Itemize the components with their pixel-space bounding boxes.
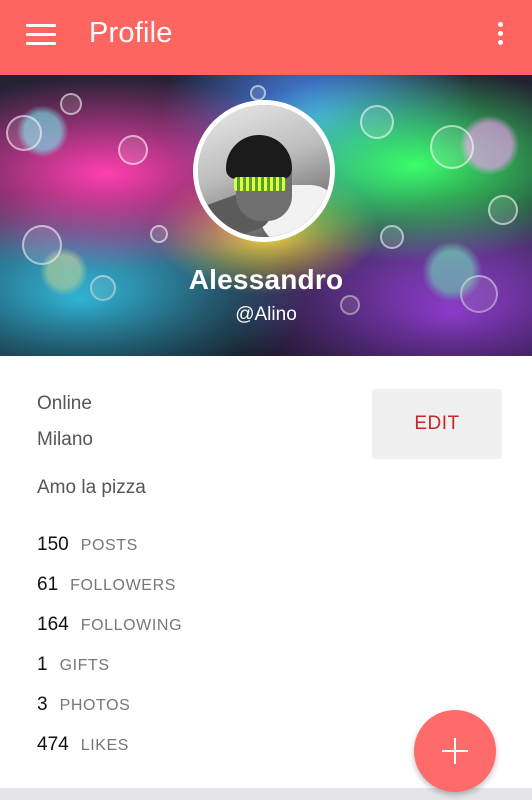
status-text: Online <box>37 393 92 414</box>
stat-label: POSTS <box>80 537 138 554</box>
profile-name: Alessandro <box>188 264 344 295</box>
hamburger-menu-icon[interactable] <box>26 24 56 48</box>
stat-photos[interactable]: 3 PHOTOS <box>37 694 130 716</box>
stat-value: 61 <box>37 574 59 595</box>
page-title: Profile <box>89 17 173 49</box>
avatar[interactable] <box>193 100 335 242</box>
stat-value: 164 <box>37 614 69 635</box>
bio-text: Amo la pizza <box>37 477 146 498</box>
stat-value: 1 <box>37 654 48 675</box>
profile-cover: Alessandro @Alino <box>0 75 532 356</box>
stat-value: 474 <box>37 734 69 755</box>
sunglasses-sticker <box>234 177 286 191</box>
stat-label: LIKES <box>80 737 130 754</box>
stat-followers[interactable]: 61 FOLLOWERS <box>37 574 176 596</box>
app-bar: Profile <box>0 0 532 75</box>
stat-value: 3 <box>37 694 48 715</box>
edit-profile-button[interactable]: EDIT <box>372 389 502 459</box>
profile-handle: @Alino <box>235 304 297 325</box>
stat-label: PHOTOS <box>59 697 131 714</box>
stat-label: FOLLOWING <box>80 617 183 634</box>
cover-shade <box>0 246 532 356</box>
stat-label: FOLLOWERS <box>70 577 177 594</box>
add-fab-button[interactable] <box>414 710 496 792</box>
stat-label: GIFTS <box>59 657 110 674</box>
stat-following[interactable]: 164 FOLLOWING <box>37 614 182 636</box>
location-text: Milano <box>37 429 93 450</box>
stat-likes[interactable]: 474 LIKES <box>37 734 129 756</box>
more-vertical-icon[interactable] <box>494 22 506 52</box>
stat-gifts[interactable]: 1 GIFTS <box>37 654 110 676</box>
stat-value: 150 <box>37 534 69 555</box>
stat-posts[interactable]: 150 POSTS <box>37 534 138 556</box>
